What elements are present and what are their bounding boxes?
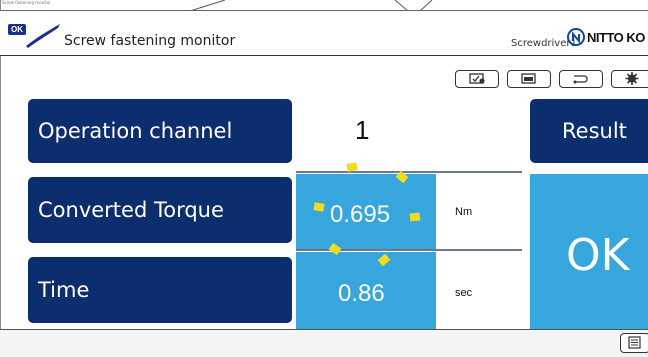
result-label-tile: Result — [530, 99, 648, 163]
spinner-dash — [313, 202, 325, 212]
divider-1 — [296, 171, 522, 173]
time-label: Time — [38, 278, 90, 302]
result-label: Result — [562, 119, 627, 143]
spinner-dash — [409, 212, 421, 222]
time-unit: sec — [455, 287, 473, 299]
torque-value: 0.695 — [330, 201, 391, 228]
list-button[interactable] — [620, 333, 648, 353]
brand-logo-icon — [567, 28, 585, 46]
result-value: OK — [566, 230, 630, 281]
list-icon — [628, 336, 641, 349]
gear-icon — [625, 72, 639, 85]
gear-button[interactable] — [611, 70, 648, 88]
monitor-button[interactable] — [507, 70, 551, 88]
monitor-icon — [521, 73, 536, 84]
converted-torque-label-tile: Converted Torque — [28, 177, 292, 243]
brush-stroke-icon — [26, 24, 60, 48]
operation-channel-label: Operation channel — [38, 119, 233, 143]
operation-channel-value: 1 — [355, 115, 370, 145]
time-value: 0.86 — [338, 280, 385, 307]
operation-channel-label-tile: Operation channel — [28, 99, 292, 163]
converted-torque-label: Converted Torque — [38, 198, 224, 222]
time-label-tile: Time — [28, 257, 292, 323]
connection-button[interactable] — [559, 70, 603, 88]
brand-name: NITTO KO — [587, 30, 645, 45]
settings-screen-icon — [469, 73, 485, 84]
settings-screen-button[interactable] — [455, 70, 499, 88]
connection-icon — [573, 75, 588, 84]
tiny-caption: Screw fastening monitor — [2, 0, 51, 5]
spinner-dash — [346, 162, 358, 172]
torque-unit: Nm — [455, 206, 473, 218]
bottom-bar — [0, 329, 648, 357]
app-title: Screw fastening monitor — [64, 33, 236, 49]
